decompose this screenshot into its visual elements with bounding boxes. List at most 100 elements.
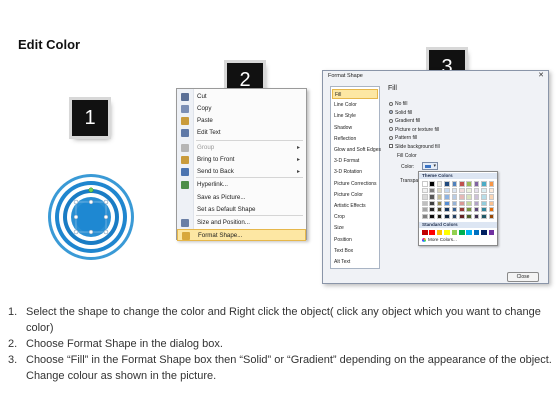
category-item[interactable]: Size — [332, 223, 378, 233]
theme-color-swatch[interactable] — [436, 181, 443, 187]
theme-color-swatch[interactable] — [466, 194, 472, 200]
theme-color-swatch[interactable] — [444, 188, 450, 194]
theme-color-swatch[interactable] — [481, 207, 487, 213]
theme-color-swatch[interactable] — [422, 181, 428, 187]
category-item[interactable]: Artistic Effects — [332, 201, 378, 211]
category-item[interactable]: Reflection — [332, 134, 378, 144]
standard-color-swatch[interactable] — [459, 230, 465, 236]
standard-color-swatch[interactable] — [481, 230, 487, 236]
theme-color-swatch[interactable] — [488, 188, 495, 194]
theme-color-swatch[interactable] — [481, 194, 487, 200]
theme-color-swatch[interactable] — [481, 200, 487, 206]
theme-color-swatch[interactable] — [451, 200, 458, 206]
theme-color-swatch[interactable] — [473, 181, 480, 187]
theme-color-swatch[interactable] — [481, 188, 487, 194]
category-item[interactable]: Crop — [332, 212, 378, 222]
standard-color-swatch[interactable] — [473, 230, 480, 236]
radio-button[interactable] — [389, 101, 393, 106]
resize-handle[interactable] — [103, 214, 109, 220]
theme-color-swatch[interactable] — [444, 200, 450, 206]
context-menu-item[interactable]: Cut — [177, 91, 306, 103]
theme-color-swatch[interactable] — [422, 188, 428, 194]
category-item[interactable]: 3-D Format — [332, 156, 378, 166]
context-menu-item[interactable]: Bring to Front ▸ — [177, 154, 306, 166]
context-menu-item[interactable]: Save as Picture... — [177, 192, 306, 204]
category-item[interactable]: Shadow — [332, 123, 378, 133]
standard-color-swatch[interactable] — [422, 230, 428, 236]
theme-color-swatch[interactable] — [451, 181, 458, 187]
theme-color-swatch[interactable] — [473, 213, 480, 219]
theme-color-swatch[interactable] — [488, 194, 495, 200]
theme-color-swatch[interactable] — [466, 213, 472, 219]
resize-handle[interactable] — [88, 199, 94, 205]
standard-color-swatch[interactable] — [429, 230, 435, 236]
standard-color-swatch[interactable] — [466, 230, 472, 236]
context-menu-item[interactable]: Hyperlink... — [177, 179, 306, 191]
radio-button[interactable] — [389, 127, 393, 132]
theme-color-swatch[interactable] — [488, 200, 495, 206]
theme-color-swatch[interactable] — [422, 200, 428, 206]
theme-color-swatch[interactable] — [422, 213, 428, 219]
theme-color-swatch[interactable] — [429, 207, 435, 213]
context-menu-item[interactable]: Size and Position... — [177, 217, 306, 229]
theme-color-swatch[interactable] — [459, 181, 465, 187]
theme-color-swatch[interactable] — [459, 207, 465, 213]
theme-color-swatch[interactable] — [459, 188, 465, 194]
category-item[interactable]: Text Box — [332, 246, 378, 256]
theme-color-swatch[interactable] — [436, 207, 443, 213]
context-menu-item[interactable]: Edit Text — [177, 127, 306, 139]
theme-color-swatch[interactable] — [473, 200, 480, 206]
fill-option[interactable]: Solid fill — [389, 110, 412, 117]
theme-color-swatch[interactable] — [436, 200, 443, 206]
theme-color-swatch[interactable] — [459, 200, 465, 206]
theme-color-swatch[interactable] — [466, 181, 472, 187]
theme-color-swatch[interactable] — [473, 188, 480, 194]
theme-color-swatch[interactable] — [429, 188, 435, 194]
standard-color-swatch[interactable] — [436, 230, 443, 236]
concentric-circles-shape[interactable] — [47, 173, 135, 261]
theme-color-swatch[interactable] — [422, 207, 428, 213]
theme-color-swatch[interactable] — [451, 188, 458, 194]
close-button[interactable]: Close — [507, 272, 539, 282]
category-item[interactable]: Picture Corrections — [332, 179, 378, 189]
theme-color-swatch[interactable] — [444, 194, 450, 200]
theme-color-swatch[interactable] — [436, 194, 443, 200]
theme-color-swatch[interactable] — [481, 213, 487, 219]
theme-color-swatch[interactable] — [429, 194, 435, 200]
resize-handle[interactable] — [103, 199, 109, 205]
radio-button[interactable] — [389, 135, 393, 140]
resize-handle[interactable] — [103, 229, 109, 235]
category-item[interactable]: Glow and Soft Edges — [332, 145, 381, 155]
category-item[interactable]: Fill — [332, 89, 378, 99]
standard-color-swatch[interactable] — [451, 230, 458, 236]
theme-color-swatch[interactable] — [436, 188, 443, 194]
theme-color-swatch[interactable] — [473, 194, 480, 200]
theme-color-swatch[interactable] — [488, 213, 495, 219]
more-colors-item[interactable]: More Colors... — [422, 237, 457, 242]
rotate-handle[interactable] — [88, 187, 94, 193]
checkbox[interactable] — [389, 144, 393, 149]
fill-option[interactable]: Pattern fill — [389, 135, 417, 142]
theme-color-swatch[interactable] — [429, 181, 435, 187]
theme-color-swatch[interactable] — [444, 207, 450, 213]
theme-color-swatch[interactable] — [459, 194, 465, 200]
radio-button[interactable] — [389, 118, 393, 123]
theme-color-swatch[interactable] — [466, 200, 472, 206]
theme-color-swatch[interactable] — [436, 213, 443, 219]
resize-handle[interactable] — [73, 214, 79, 220]
context-menu-item[interactable]: Copy — [177, 103, 306, 115]
theme-color-swatch[interactable] — [429, 213, 435, 219]
theme-color-swatch[interactable] — [481, 181, 487, 187]
resize-handle[interactable] — [73, 199, 79, 205]
theme-color-swatch[interactable] — [429, 200, 435, 206]
close-icon[interactable]: ✕ — [538, 71, 544, 79]
theme-color-swatch[interactable] — [451, 194, 458, 200]
fill-option[interactable]: Gradient fill — [389, 118, 420, 125]
fill-option[interactable]: Slide background fill — [389, 144, 440, 151]
theme-color-swatch[interactable] — [459, 213, 465, 219]
theme-color-swatch[interactable] — [488, 181, 495, 187]
theme-color-swatch[interactable] — [444, 181, 450, 187]
context-menu-item[interactable]: Paste — [177, 115, 306, 127]
fill-option[interactable]: Picture or texture fill — [389, 127, 439, 134]
category-item[interactable]: Line Style — [332, 111, 378, 121]
